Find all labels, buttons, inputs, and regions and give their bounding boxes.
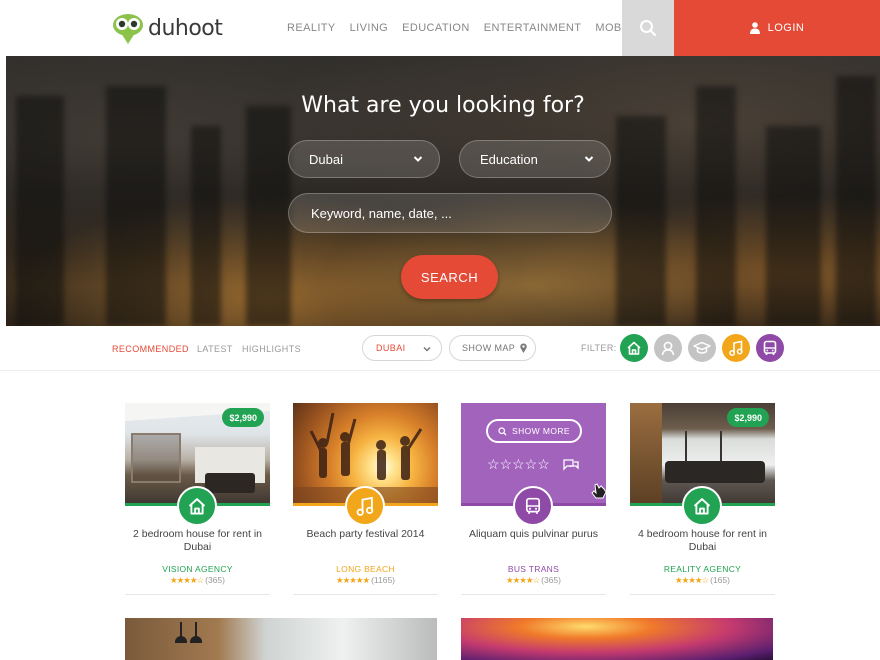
tab-latest[interactable]: LATEST xyxy=(197,344,233,354)
keyword-placeholder: Keyword, name, date, ... xyxy=(311,205,452,221)
location-select[interactable]: DUBAI xyxy=(362,335,442,361)
review-count: (365) xyxy=(205,575,225,585)
search-icon xyxy=(640,20,657,37)
listing-rating: ★★★★☆ (365) xyxy=(125,575,270,586)
show-more-label: SHOW MORE xyxy=(512,426,570,436)
home-icon xyxy=(627,341,641,355)
graduation-cap-icon xyxy=(693,341,711,354)
listing-rating: ★★★★★ (1165) xyxy=(293,575,438,586)
filter-entertainment[interactable] xyxy=(722,334,750,362)
review-count: (365) xyxy=(541,575,561,585)
category-badge xyxy=(345,486,385,526)
hand-cursor-icon xyxy=(591,483,606,499)
listing-card[interactable]: $2,990 4 bedroom house for rent in Dubai… xyxy=(630,403,775,595)
login-button[interactable]: LOGIN xyxy=(674,0,880,56)
tab-highlights[interactable]: HIGHLIGHTS xyxy=(242,344,301,354)
listing-agency[interactable]: VISION AGENCY xyxy=(125,564,270,574)
hero-search: What are you looking for? Dubai Educatio… xyxy=(6,56,880,326)
price-badge: $2,990 xyxy=(727,408,769,427)
price-badge: $2,990 xyxy=(222,408,264,427)
listing-card[interactable]: Beach party festival 2014 LONG BEACH ★★★… xyxy=(293,403,438,595)
category-select[interactable]: Education xyxy=(459,140,611,178)
avatar-icon xyxy=(661,341,675,356)
listing-title[interactable]: 2 bedroom house for rent in Dubai xyxy=(125,528,270,554)
show-map-button[interactable]: SHOW MAP xyxy=(449,335,536,361)
tab-recommended[interactable]: RECOMMENDED xyxy=(112,344,189,354)
review-count: (165) xyxy=(710,575,730,585)
chevron-down-icon xyxy=(584,156,594,162)
home-icon xyxy=(188,498,206,515)
login-label: LOGIN xyxy=(767,22,805,34)
listing-photo[interactable] xyxy=(125,618,437,660)
listing-rating: ★★★★☆ (365) xyxy=(461,575,606,586)
home-icon xyxy=(693,498,711,515)
city-select[interactable]: Dubai xyxy=(288,140,440,178)
nav-item-education[interactable]: EDUCATION xyxy=(402,22,470,34)
header-search-button[interactable] xyxy=(622,0,674,56)
rating-stars: ★★★★☆ xyxy=(170,575,204,585)
main-nav: REALITY LIVING EDUCATION ENTERTAINMENT M… xyxy=(287,0,664,56)
listing-photo[interactable] xyxy=(461,618,773,660)
category-badge xyxy=(177,486,217,526)
hero-title: What are you looking for? xyxy=(301,93,585,118)
show-more-button[interactable]: SHOW MORE xyxy=(486,419,582,443)
nav-item-reality[interactable]: REALITY xyxy=(287,22,336,34)
logo[interactable]: duhoot xyxy=(112,10,223,46)
category-badge xyxy=(513,486,553,526)
listing-card[interactable]: $2,990 2 bedroom house for rent in Dubai… xyxy=(125,403,270,595)
rating-stars: ★★★★★ xyxy=(335,575,370,585)
location-select-value: DUBAI xyxy=(376,343,406,353)
map-pin-icon xyxy=(520,343,527,353)
nav-item-entertainment[interactable]: ENTERTAINMENT xyxy=(484,22,582,34)
listing-title[interactable]: 4 bedroom house for rent in Dubai xyxy=(630,528,775,554)
listing-agency[interactable]: REALITY AGENCY xyxy=(630,564,775,574)
music-note-icon xyxy=(729,340,743,356)
filter-home[interactable] xyxy=(620,334,648,362)
search-button[interactable]: SEARCH xyxy=(401,255,498,299)
nav-item-living[interactable]: LIVING xyxy=(350,22,388,34)
keyword-input[interactable]: Keyword, name, date, ... xyxy=(288,193,612,233)
rating-stars: ★★★★☆ xyxy=(675,575,709,585)
site-header: duhoot REALITY LIVING EDUCATION ENTERTAI… xyxy=(0,0,880,56)
city-select-value: Dubai xyxy=(309,151,343,167)
search-icon xyxy=(498,426,507,435)
rating-stars: ★★★★☆ xyxy=(506,575,540,585)
show-map-label: SHOW MAP xyxy=(462,343,516,353)
listing-agency[interactable]: LONG BEACH xyxy=(293,564,438,574)
music-note-icon xyxy=(356,496,374,516)
comments-icon[interactable] xyxy=(562,458,580,472)
listing-rating: ★★★★☆ (165) xyxy=(630,575,775,586)
category-select-value: Education xyxy=(480,151,538,167)
user-icon xyxy=(749,22,760,34)
filter-education[interactable] xyxy=(688,334,716,362)
listing-agency[interactable]: BUS TRANS xyxy=(461,564,606,574)
owl-logo-icon xyxy=(113,14,143,44)
filter-person[interactable] xyxy=(654,334,682,362)
filter-mobility[interactable] xyxy=(756,334,784,362)
chevron-down-icon xyxy=(413,156,423,162)
listing-card[interactable]: SHOW MORE ☆☆☆☆☆ Aliquam quis pulvinar pu… xyxy=(461,403,606,595)
listing-title[interactable]: Beach party festival 2014 xyxy=(293,528,438,541)
category-badge xyxy=(682,486,722,526)
filter-label: FILTER: xyxy=(581,343,617,353)
listing-title[interactable]: Aliquam quis pulvinar purus xyxy=(461,528,606,541)
rate-stars[interactable]: ☆☆☆☆☆ xyxy=(487,456,550,473)
bus-icon xyxy=(763,340,777,355)
filter-bar: RECOMMENDED LATEST HIGHLIGHTS DUBAI SHOW… xyxy=(0,326,880,371)
bus-icon xyxy=(525,497,541,514)
chevron-down-icon xyxy=(423,346,431,352)
review-count: (1165) xyxy=(371,575,396,585)
brand-name: duhoot xyxy=(148,15,223,41)
